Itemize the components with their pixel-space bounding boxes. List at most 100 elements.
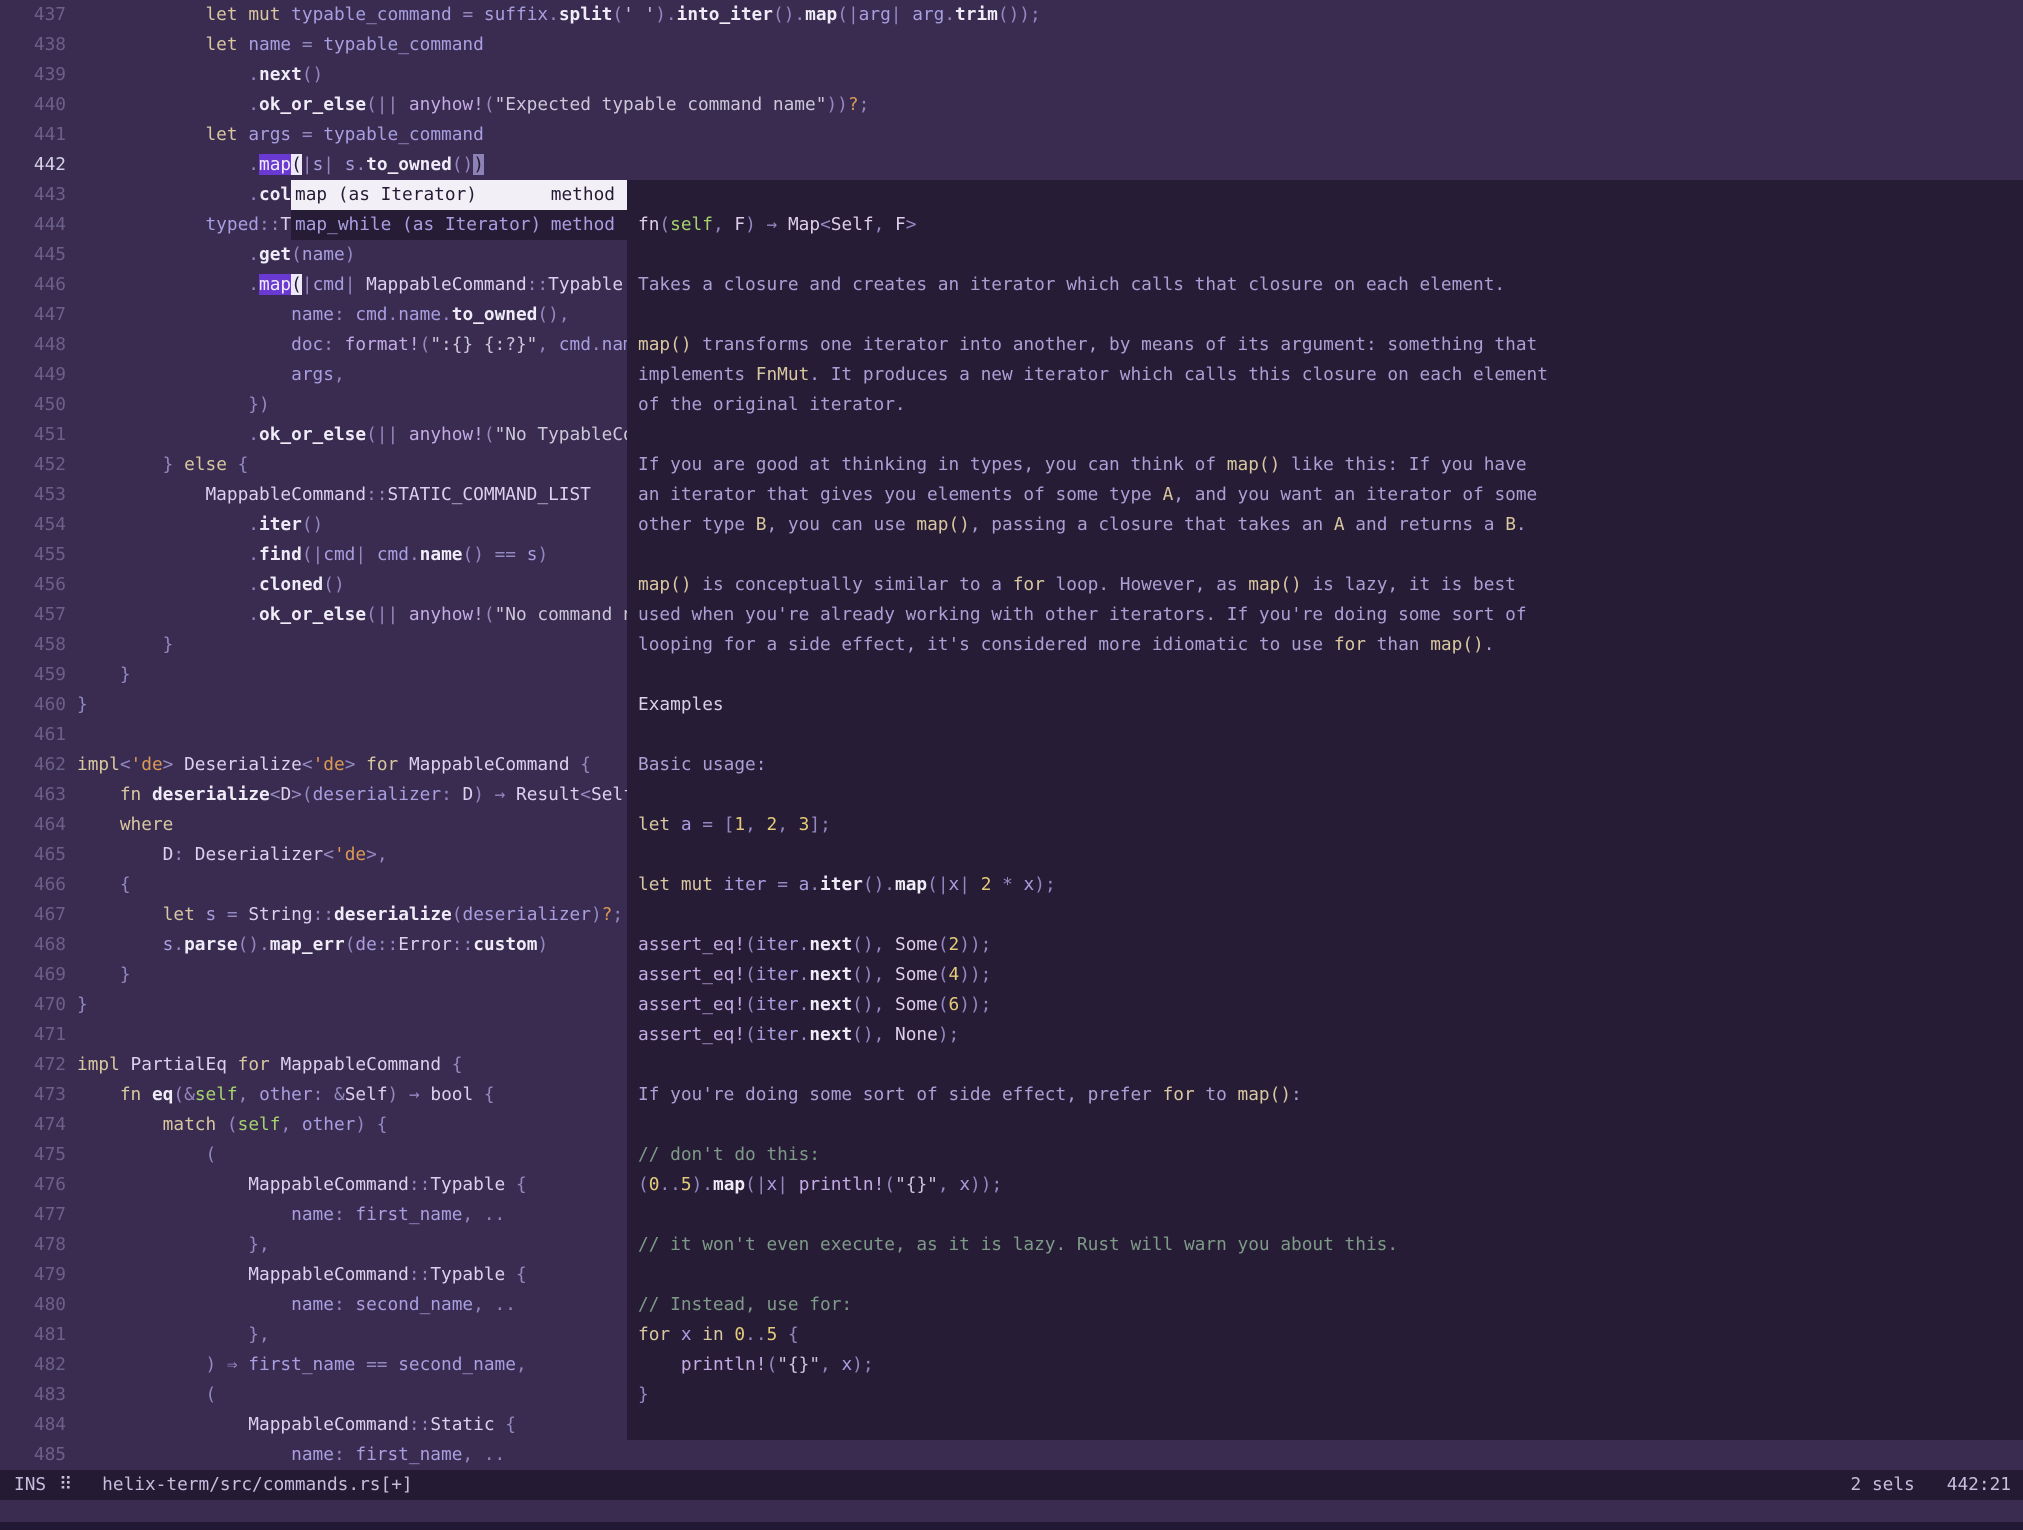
token: () (302, 514, 323, 535)
token: . (1484, 634, 1495, 655)
token: A (1163, 484, 1174, 505)
token: . (248, 184, 259, 205)
line-number: 469 (0, 960, 77, 990)
token: , (820, 1354, 841, 1375)
token: (| (745, 1174, 766, 1195)
doc-line: an iterator that gives you elements of s… (627, 480, 2023, 510)
code-line[interactable]: 438 let name = typable_command (0, 30, 2023, 60)
token: MappableCommand (409, 754, 570, 775)
statusline: INS ⠿ helix-term/src/commands.rs[+] 2 se… (0, 1470, 2023, 1500)
code-line[interactable]: 485 name: first_name, .. (0, 1440, 2023, 1470)
token (77, 604, 248, 625)
line-number: 474 (0, 1110, 77, 1140)
token: map() (638, 334, 692, 355)
token: x (1024, 874, 1035, 895)
token: | (302, 154, 313, 175)
doc-line: fn(self, F) → Map<Self, F> (627, 210, 2023, 240)
token: to (1195, 1084, 1238, 1105)
token: else (184, 454, 227, 475)
line-number: 480 (0, 1290, 77, 1320)
token: // Instead, use for: (638, 1294, 852, 1315)
token: let (205, 34, 237, 55)
line-number: 475 (0, 1140, 77, 1170)
terminal-bottom-edge (0, 1522, 2023, 1530)
line-number: 437 (0, 0, 77, 30)
token: . (248, 274, 259, 295)
token: deserialize (334, 904, 452, 925)
token: , (745, 814, 766, 835)
token: PartialEq (131, 1054, 227, 1075)
token: second_name (355, 1294, 473, 1315)
token: s (345, 154, 356, 175)
token: custom (473, 934, 537, 955)
token: ); (1034, 874, 1055, 895)
token: () == (462, 544, 526, 565)
token: assert_eq! (638, 934, 745, 955)
token: first_name (355, 1204, 462, 1225)
code-line[interactable]: 441 let args = typable_command (0, 120, 2023, 150)
token: A (1334, 514, 1345, 535)
token: anyhow! (409, 604, 484, 625)
token (670, 1324, 681, 1345)
code-line[interactable]: 437 let mut typable_command = suffix.spl… (0, 0, 2023, 30)
token: 0 (649, 1174, 660, 1195)
token: ]; (809, 814, 830, 835)
token: { (777, 1324, 798, 1345)
token: args (248, 124, 291, 145)
token: Some (895, 964, 938, 985)
token: ( (484, 94, 495, 115)
token: than (1366, 634, 1430, 655)
token: ( (745, 934, 756, 955)
completion-label: map (as Iterator) (295, 180, 477, 210)
spinner-icon: ⠿ (59, 1470, 72, 1500)
token: MappableCommand (248, 1174, 409, 1195)
token: 6 (949, 994, 960, 1015)
token: mut (248, 4, 280, 25)
token: deserialize (152, 784, 270, 805)
token: . (248, 604, 259, 625)
token: ( (745, 964, 756, 985)
token: x (841, 1354, 852, 1375)
token: format! (345, 334, 420, 355)
token: }, (248, 1234, 269, 1255)
token: :: (409, 1414, 430, 1435)
token: )); (970, 1174, 1002, 1195)
token: (), (852, 994, 895, 1015)
token (670, 814, 681, 835)
token (77, 274, 248, 295)
token: , .. (462, 1204, 505, 1225)
token (398, 754, 409, 775)
token (77, 154, 248, 175)
token (77, 394, 248, 415)
token: map (805, 4, 837, 25)
token: next (809, 934, 852, 955)
token: Deserialize (184, 754, 302, 775)
token: FnMut (756, 364, 810, 385)
token: | (777, 1174, 798, 1195)
code-line[interactable]: 442 .map(|s| s.to_owned()) (0, 150, 2023, 180)
token: assert_eq! (638, 964, 745, 985)
token: for (238, 1054, 270, 1075)
line-number: 450 (0, 390, 77, 420)
token: , and you want an iterator of some (1173, 484, 1537, 505)
doc-line: looping for a side effect, it's consider… (627, 630, 2023, 660)
completion-item[interactable]: map (as Iterator)method (291, 180, 627, 210)
token: ( (205, 1384, 216, 1405)
token: ; (859, 94, 870, 115)
token: trim (955, 4, 998, 25)
token: typable_command (291, 4, 452, 25)
token: 'de (334, 844, 366, 865)
cursor-position: 442:21 (1947, 1470, 2011, 1500)
code-line[interactable]: 439 .next() (0, 60, 2023, 90)
line-number: 445 (0, 240, 77, 270)
completion-item[interactable]: map_while (as Iterator)method (291, 210, 627, 240)
token: match (163, 1114, 217, 1135)
doc-line (627, 840, 2023, 870)
code-line[interactable]: 440 .ok_or_else(|| anyhow!("Expected typ… (0, 90, 2023, 120)
token: > (163, 754, 184, 775)
token: deserializer (462, 904, 590, 925)
token (77, 1114, 163, 1135)
token: (| (927, 874, 948, 895)
token: 4 (949, 964, 960, 985)
line-number: 483 (0, 1380, 77, 1410)
